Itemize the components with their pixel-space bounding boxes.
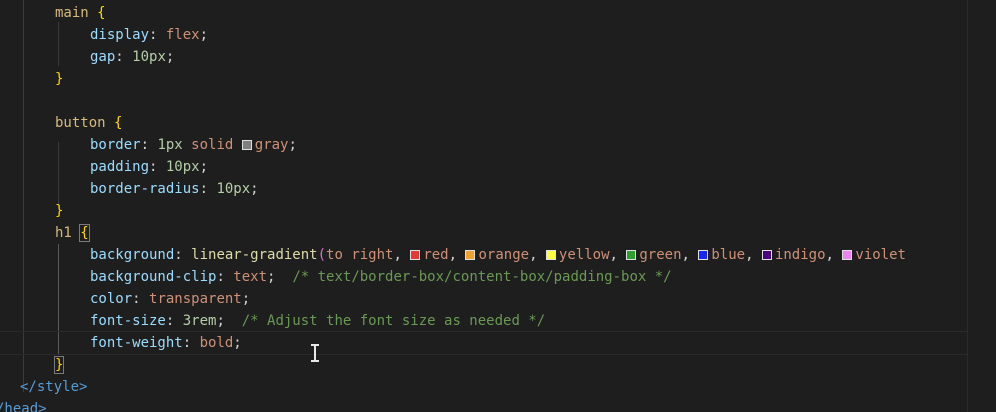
- code-line[interactable]: padding: 10px;: [90, 156, 208, 178]
- value: indigo: [774, 247, 826, 263]
- property: padding: [90, 159, 150, 175]
- vertical-scrollbar[interactable]: [967, 0, 996, 412]
- property: border: [90, 137, 141, 153]
- code-line[interactable]: }: [55, 200, 63, 222]
- property: border-radius: [90, 181, 200, 197]
- color-swatch-icon[interactable]: [761, 250, 772, 260]
- value: solid: [191, 137, 234, 153]
- brace: {: [97, 5, 106, 21]
- value: yellow: [558, 247, 610, 263]
- value: 10px: [165, 159, 200, 175]
- value: gray: [254, 137, 289, 153]
- value: 10px: [132, 49, 166, 65]
- property: color: [90, 291, 133, 307]
- property: background: [90, 247, 175, 263]
- color-swatch-icon[interactable]: [410, 250, 421, 260]
- indent-guide: [58, 22, 59, 66]
- html-tag: </style>: [20, 379, 88, 395]
- code-line[interactable]: gap: 10px;: [90, 46, 174, 68]
- value: green: [639, 247, 682, 263]
- property: gap: [90, 49, 116, 65]
- brace: }: [55, 71, 64, 87]
- code-line[interactable]: background: linear-gradient(to right, re…: [90, 244, 906, 266]
- color-swatch-icon[interactable]: [545, 250, 556, 260]
- code-line[interactable]: border: 1px solid gray;: [90, 134, 297, 156]
- text-cursor-icon: [311, 344, 319, 362]
- brace: {: [114, 115, 123, 131]
- value: blue: [711, 247, 746, 263]
- property: background-clip: [90, 269, 217, 285]
- brace: }: [55, 203, 64, 219]
- code-line[interactable]: background-clip: text; /* text/border-bo…: [90, 266, 672, 288]
- value: to right: [326, 247, 394, 263]
- brace: }: [53, 356, 65, 374]
- code-line[interactable]: </style>: [20, 376, 87, 398]
- property: font-weight: [90, 335, 183, 351]
- code-line[interactable]: font-weight: bold;: [90, 332, 242, 354]
- property: font-size: [90, 313, 166, 329]
- selector: main: [55, 5, 89, 21]
- code-line[interactable]: }: [53, 354, 65, 376]
- html-tag: /head>: [0, 401, 47, 412]
- code-line[interactable]: border-radius: 10px;: [90, 178, 259, 200]
- function-name: linear-gradient: [191, 247, 318, 263]
- value: bold: [199, 335, 234, 351]
- code-line[interactable]: font-size: 3rem; /* Adjust the font size…: [90, 310, 545, 332]
- color-swatch-icon[interactable]: [465, 250, 476, 260]
- property: display: [90, 27, 150, 43]
- code-line[interactable]: h1 {: [55, 222, 90, 244]
- comment: /* Adjust the font size as needed */: [241, 313, 546, 329]
- paren: (: [317, 247, 327, 263]
- code-editor[interactable]: main { display: flex; gap: 10px; } butto…: [0, 0, 996, 412]
- value: orange: [478, 247, 530, 263]
- code-line[interactable]: /head>: [0, 398, 47, 412]
- indent-guide: [58, 142, 59, 208]
- value: text: [233, 269, 268, 285]
- color-swatch-icon[interactable]: [626, 250, 637, 260]
- code-line[interactable]: }: [55, 68, 63, 90]
- value: 3rem: [182, 313, 217, 329]
- color-swatch-icon[interactable]: [698, 250, 709, 260]
- comment: /* text/border-box/content-box/padding-b…: [292, 269, 672, 285]
- value: 1px: [157, 137, 183, 153]
- selector: h1: [55, 225, 72, 241]
- code-line[interactable]: button {: [55, 112, 122, 134]
- brace: {: [79, 224, 90, 242]
- value: transparent: [149, 291, 242, 307]
- code-line[interactable]: main {: [55, 2, 106, 24]
- color-swatch-icon[interactable]: [241, 140, 252, 150]
- value: flex: [165, 27, 200, 43]
- code-line[interactable]: display: flex;: [90, 24, 208, 46]
- value: violet: [855, 247, 906, 263]
- value: red: [423, 247, 449, 263]
- color-swatch-icon[interactable]: [842, 250, 853, 260]
- value: 10px: [216, 181, 251, 197]
- selector: button: [55, 115, 106, 131]
- code-line[interactable]: color: transparent;: [90, 288, 250, 310]
